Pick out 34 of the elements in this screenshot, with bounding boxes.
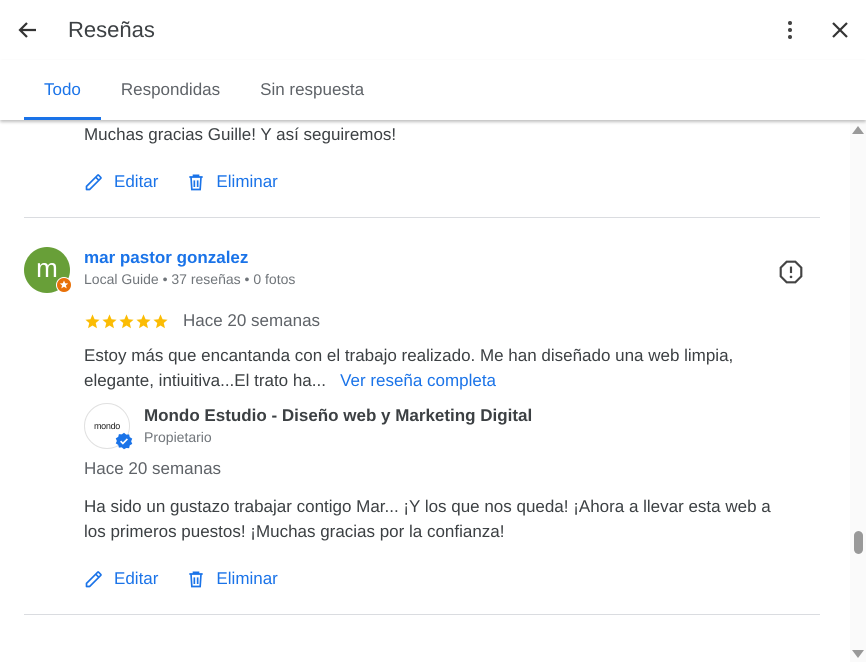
window-title: Reseñas: [68, 17, 155, 43]
delete-button[interactable]: Eliminar: [174, 167, 284, 197]
pencil-icon: [84, 569, 104, 589]
review-text: Estoy más que encantanda con el trabajo realizado. Me han diseñado una web limpia, elegante, intiuitiva...El trato ha... Ver reseña completa: [84, 345, 734, 392]
scroll-up-icon: [852, 126, 864, 134]
reply-time: Hace 20 semanas: [84, 459, 222, 479]
tab[interactable]: Sin respuesta: [240, 60, 384, 120]
reviewer-meta: Local Guide • 37 reseñas • 0 fotos: [84, 270, 296, 289]
pencil-icon: [84, 172, 104, 192]
reply-text: Muchas gracias Guille! Y así seguiremos!: [84, 124, 398, 146]
avatar: m: [24, 247, 70, 293]
report-icon: [778, 259, 804, 285]
edit-button[interactable]: Editar: [72, 564, 164, 594]
review-time: Hace 20 semanas: [183, 311, 320, 331]
star-icon: [101, 312, 118, 330]
scrollbar[interactable]: [850, 120, 866, 662]
owner-role: Propietario: [144, 428, 213, 447]
more-icon: [788, 21, 792, 39]
reviewer-name-link[interactable]: mar pastor gonzalez: [84, 247, 296, 269]
star-icon: [152, 312, 169, 330]
full-review-link[interactable]: Ver reseña completa: [340, 371, 496, 390]
reply-text: Ha sido un gustazo trabajar contigo Mar... ¡Y los que nos queda! ¡Ahora a llevar esta web a los primeros puestos! ¡Muchas gracias por la confianza!: [84, 496, 772, 543]
owner-logo: mondo: [84, 403, 130, 449]
edit-button[interactable]: Editar: [72, 167, 164, 197]
scroll-thumb[interactable]: [854, 531, 862, 554]
star-icon: [135, 312, 152, 330]
tab[interactable]: Respondidas: [100, 60, 240, 120]
report-button[interactable]: [778, 259, 804, 285]
star-icon: [84, 312, 101, 330]
star-icon: [118, 312, 135, 330]
owner-name: Mondo Estudio - Diseño web y Marketing Digital: [144, 405, 532, 427]
delete-button[interactable]: Eliminar: [174, 564, 284, 594]
more-menu-button[interactable]: [788, 21, 792, 39]
scroll-down-icon: [852, 650, 864, 658]
